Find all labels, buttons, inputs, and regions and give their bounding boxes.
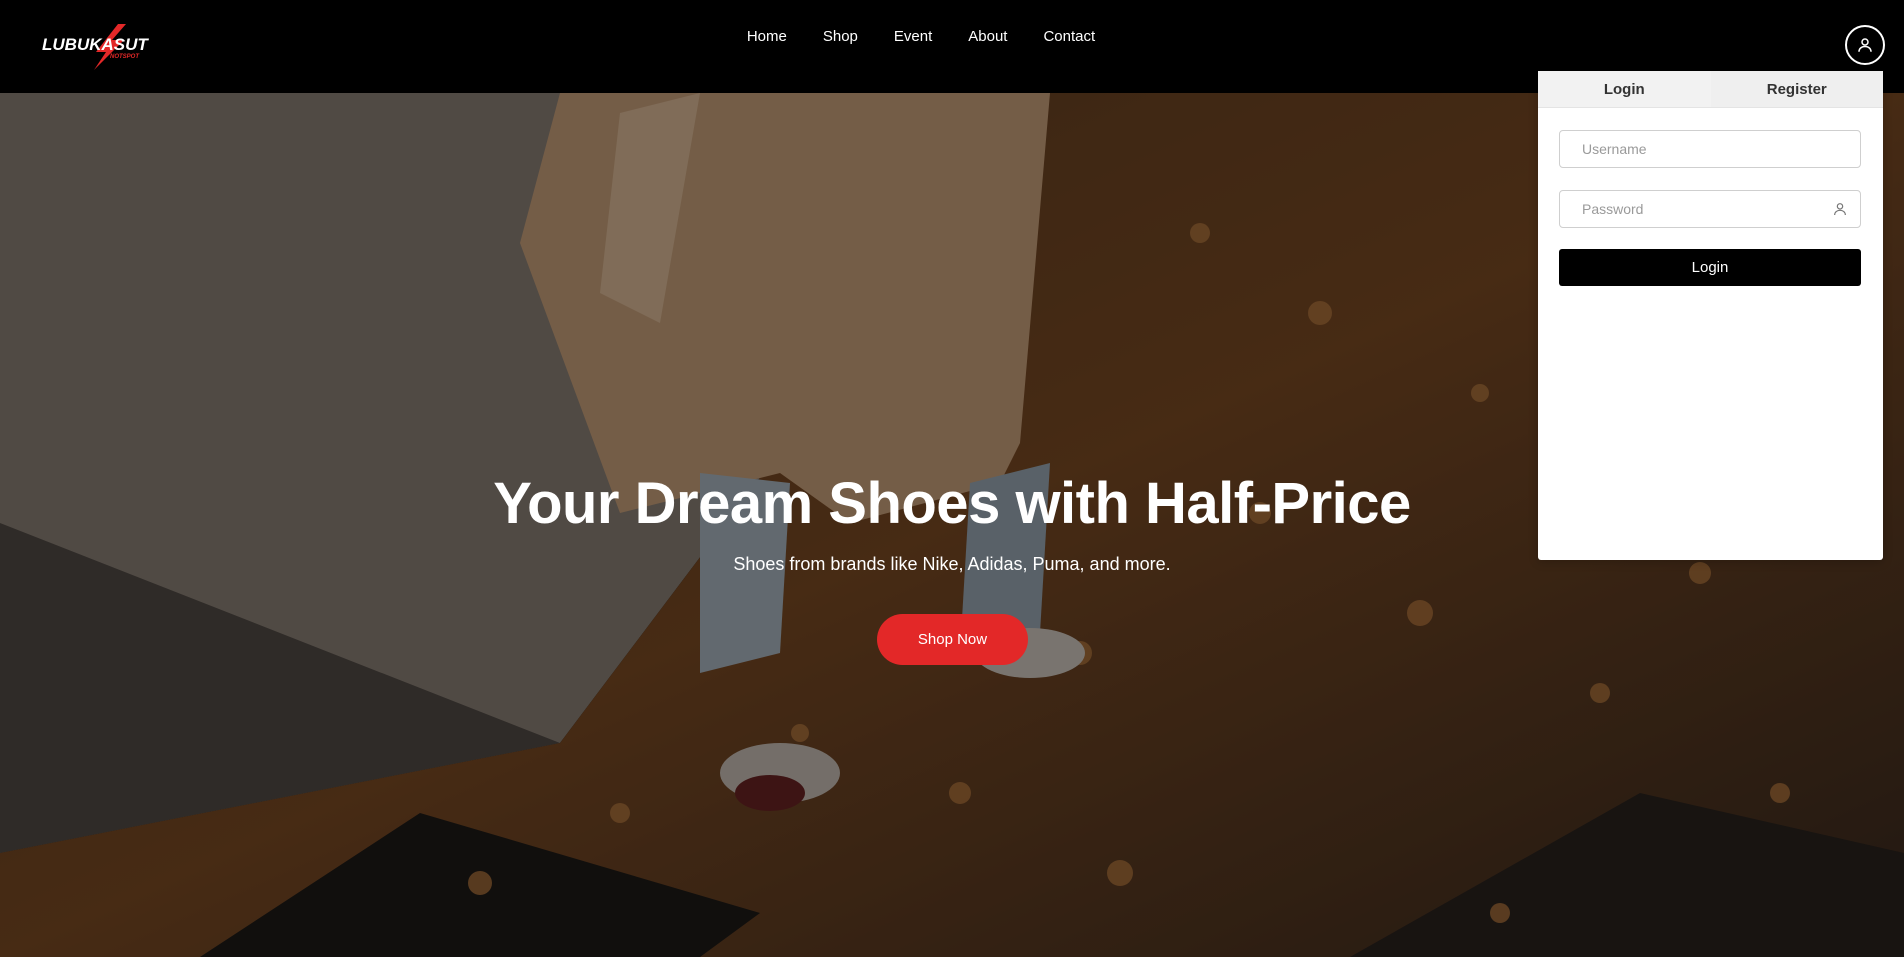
auth-dropdown: Login Register Login [1538, 71, 1883, 560]
username-input[interactable] [1560, 131, 1860, 167]
login-submit-button[interactable]: Login [1559, 249, 1861, 286]
password-field-wrapper [1559, 190, 1861, 228]
main-nav: Home Shop Event About Contact [0, 28, 1904, 45]
logo-sub-text: NOTSPOT [110, 54, 140, 60]
tab-register[interactable]: Register [1711, 71, 1884, 107]
username-field-wrapper [1559, 130, 1861, 168]
nav-event[interactable]: Event [894, 28, 932, 45]
nav-shop[interactable]: Shop [823, 28, 858, 45]
user-icon [1834, 203, 1846, 216]
nav-about[interactable]: About [968, 28, 1007, 45]
profile-button[interactable] [1845, 25, 1885, 65]
nav-home[interactable]: Home [747, 28, 787, 45]
auth-tabs: Login Register [1538, 71, 1883, 108]
nav-contact[interactable]: Contact [1043, 28, 1095, 45]
password-input[interactable] [1560, 191, 1860, 227]
shop-now-button[interactable]: Shop Now [877, 614, 1028, 665]
tab-login[interactable]: Login [1538, 71, 1711, 107]
user-icon [1858, 38, 1872, 52]
